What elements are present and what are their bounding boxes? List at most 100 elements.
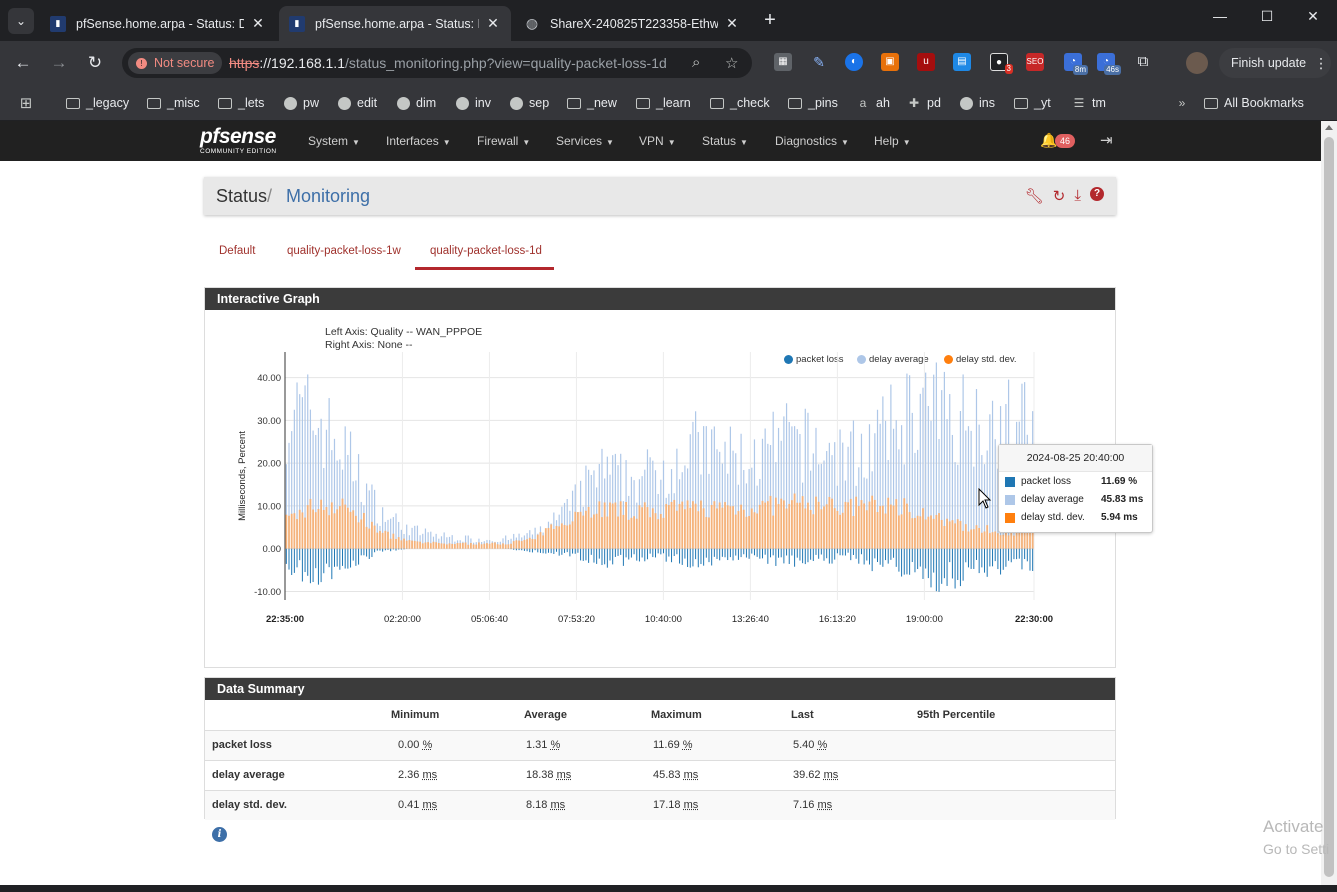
- bookmark-sep[interactable]: sep: [510, 94, 549, 112]
- tab-default[interactable]: Default: [219, 245, 255, 277]
- delay-std-dev-bar: [799, 502, 801, 549]
- extension-doc-icon[interactable]: ▤: [953, 53, 971, 71]
- delay-std-dev-bar: [539, 532, 542, 549]
- apps-grid-icon[interactable]: ⊞: [19, 94, 39, 112]
- bookmark-ah[interactable]: a ah: [856, 94, 890, 112]
- finish-update-button[interactable]: Finish update ⋮: [1219, 48, 1331, 78]
- not-secure-chip[interactable]: ! Not secure: [128, 52, 223, 74]
- bookmark-inv[interactable]: inv: [456, 94, 491, 112]
- bookmark-misc[interactable]: _misc: [147, 94, 200, 112]
- packet-loss-bar: [697, 548, 699, 568]
- delay-std-dev-bar: [713, 501, 716, 549]
- minimize-icon[interactable]: —: [1200, 8, 1240, 24]
- packet-loss-bar: [802, 548, 804, 564]
- bookmark-star-icon[interactable]: ☆: [725, 54, 738, 72]
- browser-tab-1[interactable]: ▮ pfSense.home.arpa - Status: Da ✕: [40, 6, 276, 41]
- bookmark-ins[interactable]: ins: [960, 94, 995, 112]
- packet-loss-bar: [333, 548, 335, 567]
- extensions-puzzle-icon[interactable]: ⧉: [1134, 53, 1152, 71]
- tab-quality-packet-loss-1d[interactable]: quality-packet-loss-1d: [415, 245, 554, 270]
- menu-services[interactable]: Services ▼: [556, 134, 614, 148]
- packet-loss-bar: [898, 548, 900, 572]
- menu-help[interactable]: Help ▼: [874, 134, 911, 148]
- tab-close-icon[interactable]: ✕: [485, 15, 501, 32]
- menu-system[interactable]: System ▼: [308, 134, 360, 148]
- kebab-menu-icon[interactable]: ⋮: [1314, 55, 1328, 72]
- browser-tab-3[interactable]: ◍ ShareX-240825T223358-Ethwyg ✕: [514, 6, 750, 41]
- ublock-icon[interactable]: u: [917, 53, 935, 71]
- bookmark-lets[interactable]: _lets: [218, 94, 264, 112]
- tooltip-swatch: [1005, 495, 1015, 505]
- bookmark-learn[interactable]: _learn: [636, 94, 691, 112]
- tab-search-chevron-icon[interactable]: ⌄: [8, 8, 34, 34]
- delay-std-dev-bar: [397, 537, 400, 549]
- bookmark-label: _lets: [238, 96, 265, 110]
- more-bookmarks-icon[interactable]: »: [1175, 94, 1195, 112]
- delay-std-dev-bar: [710, 505, 713, 549]
- packet-loss-bar: [539, 548, 541, 553]
- back-arrow-icon[interactable]: ←: [12, 52, 34, 74]
- new-tab-icon[interactable]: +: [759, 9, 781, 31]
- delay-std-dev-bar: [371, 521, 373, 549]
- zoom-icon[interactable]: ⌕: [692, 54, 700, 71]
- packet-loss-bar: [901, 548, 903, 577]
- bookmark-yt[interactable]: _yt: [1014, 94, 1051, 112]
- bookmark-legacy[interactable]: _legacy: [66, 94, 129, 112]
- extension-screen-icon[interactable]: ● 3: [990, 53, 1013, 74]
- menu-label: System: [308, 134, 349, 148]
- bookmark-pd[interactable]: ✚ pd: [907, 94, 941, 112]
- packet-loss-bar: [315, 548, 317, 569]
- packet-loss-bar: [545, 548, 547, 554]
- refresh-icon[interactable]: ↻: [1053, 187, 1066, 205]
- bookmark-pins[interactable]: _pins: [788, 94, 838, 112]
- bookmark-dim[interactable]: dim: [397, 94, 436, 112]
- x-tick-label: 05:06:40: [471, 614, 508, 625]
- packet-loss-bar: [628, 548, 630, 560]
- wrench-icon[interactable]: 🔧︎: [1025, 187, 1044, 205]
- highlighter-icon[interactable]: ✎: [810, 53, 828, 71]
- extension-timer-icon[interactable]: ◔ 8m: [1064, 53, 1088, 75]
- bookmark-check[interactable]: _check: [710, 94, 770, 112]
- all-bookmarks[interactable]: All Bookmarks: [1204, 94, 1304, 112]
- logout-icon[interactable]: ⇥: [1100, 131, 1113, 149]
- scroll-thumb[interactable]: [1324, 137, 1334, 877]
- menu-status[interactable]: Status ▼: [702, 134, 748, 148]
- tab-close-icon[interactable]: ✕: [724, 15, 740, 32]
- scroll-up-arrow-icon[interactable]: [1325, 125, 1333, 130]
- maximize-icon[interactable]: ☐: [1247, 8, 1287, 25]
- menu-firewall[interactable]: Firewall ▼: [477, 134, 530, 148]
- browser-tab-2[interactable]: ▮ pfSense.home.arpa - Status: Mo ✕: [279, 6, 511, 41]
- packet-loss-bar: [847, 548, 849, 553]
- packet-loss-bar: [588, 548, 590, 563]
- bookmark-edit[interactable]: edit: [338, 94, 377, 112]
- info-icon[interactable]: i: [212, 827, 227, 842]
- profile-avatar[interactable]: [1186, 52, 1208, 74]
- download-icon[interactable]: ⤓: [1074, 187, 1081, 205]
- menu-diagnostics[interactable]: Diagnostics ▼: [775, 134, 849, 148]
- notification-count-badge[interactable]: 46: [1055, 134, 1076, 148]
- address-bar[interactable]: ! Not secure https://192.168.1.1/status_…: [122, 48, 752, 78]
- menu-interfaces[interactable]: Interfaces ▼: [386, 134, 451, 148]
- menu-vpn[interactable]: VPN ▼: [639, 134, 676, 148]
- extension-blue-icon[interactable]: ◐: [845, 53, 863, 71]
- page-scrollbar[interactable]: [1321, 121, 1337, 885]
- extension-timer2-icon[interactable]: ◔ 46s: [1097, 53, 1121, 75]
- tab-quality-packet-loss-1w[interactable]: quality-packet-loss-1w: [287, 245, 401, 277]
- cell-value: 7.16: [793, 799, 815, 812]
- bookmark-new[interactable]: _new: [567, 94, 617, 112]
- qr-code-icon[interactable]: ▦: [774, 53, 792, 71]
- pfsense-logo[interactable]: pfsense COMMUNITY EDITION: [200, 126, 277, 156]
- seo-icon[interactable]: SEO: [1026, 53, 1044, 71]
- tab-close-icon[interactable]: ✕: [250, 15, 266, 32]
- reload-icon[interactable]: ↻: [84, 52, 106, 74]
- delay-std-dev-bar: [871, 495, 874, 549]
- close-window-icon[interactable]: ✕: [1293, 8, 1333, 25]
- bookmark-pw[interactable]: pw: [284, 94, 319, 112]
- bookmark-tm[interactable]: ☰ tm: [1072, 94, 1106, 112]
- packet-loss-bar: [585, 548, 587, 561]
- packet-loss-bar: [815, 548, 817, 555]
- breadcrumb-page-link[interactable]: Monitoring: [286, 186, 370, 207]
- extension-orange-icon[interactable]: ▣: [881, 53, 899, 71]
- help-icon[interactable]: ?: [1090, 187, 1104, 201]
- forward-arrow-icon[interactable]: →: [48, 52, 70, 74]
